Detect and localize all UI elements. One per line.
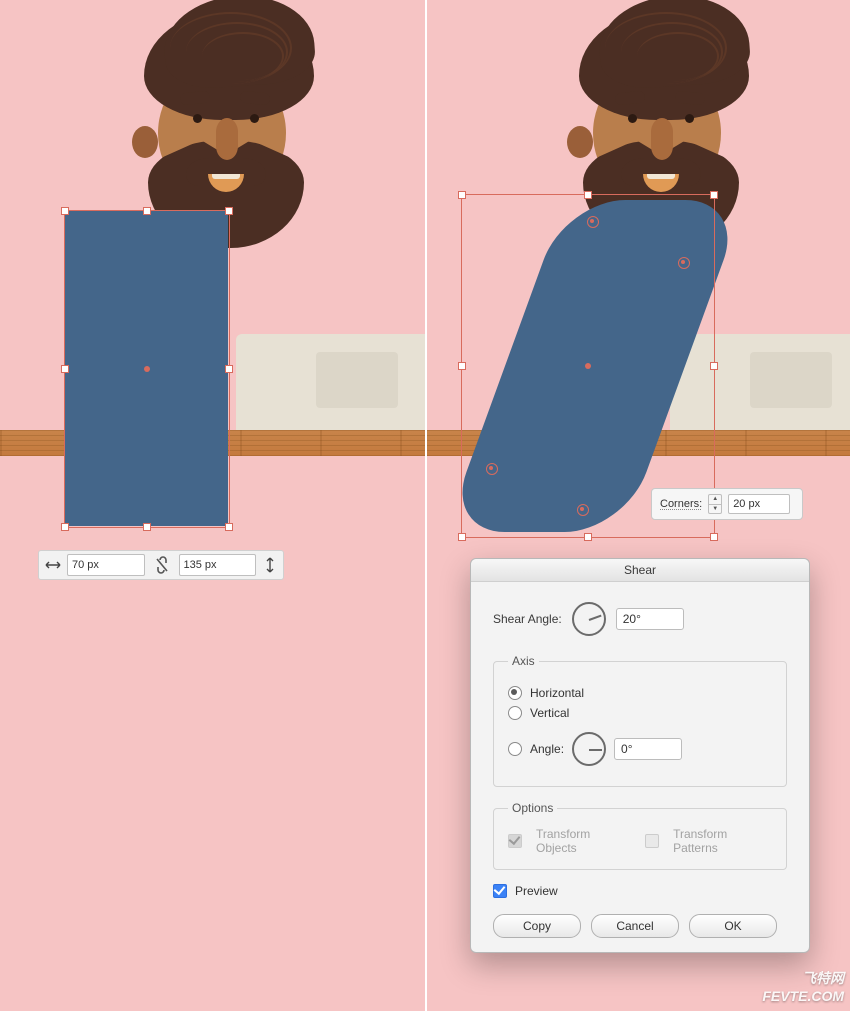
height-value: 135 px: [184, 559, 252, 571]
scene-left: [0, 0, 425, 1011]
shear-angle-label: Shear Angle:: [493, 612, 562, 626]
watermark-line1: 飞特网: [762, 970, 844, 988]
axis-angle-label: Angle:: [530, 742, 564, 756]
axis-legend: Axis: [508, 654, 539, 668]
shear-angle-field[interactable]: 20°: [616, 608, 684, 630]
width-value: 70 px: [72, 559, 140, 571]
nose: [651, 118, 673, 160]
selection-handle[interactable]: [584, 533, 592, 541]
eye-right: [250, 114, 259, 123]
shear-angle-value: 20°: [623, 612, 641, 626]
shear-dialog: Shear Shear Angle: 20° Axis Horizontal: [470, 558, 810, 953]
radio-vertical[interactable]: [508, 706, 522, 720]
hair-highlight: [202, 32, 284, 80]
axis-vertical-row[interactable]: Vertical: [508, 706, 772, 720]
checkbox-transform-objects: [508, 834, 522, 848]
height-field[interactable]: 135 px: [179, 554, 257, 576]
teeth: [647, 174, 675, 179]
preview-row[interactable]: Preview: [493, 884, 787, 898]
radio-horizontal[interactable]: [508, 686, 522, 700]
corners-field[interactable]: 20 px: [728, 494, 790, 514]
axis-angle-field[interactable]: 0°: [614, 738, 682, 760]
hair-highlight: [637, 32, 719, 80]
selection-handle[interactable]: [710, 533, 718, 541]
axis-horizontal-label: Horizontal: [530, 686, 584, 700]
radio-angle[interactable]: [508, 742, 522, 756]
cancel-button[interactable]: Cancel: [591, 914, 679, 938]
copy-button[interactable]: Copy: [493, 914, 581, 938]
copy-button-label: Copy: [523, 919, 551, 933]
stepper-up-icon[interactable]: ▲: [709, 495, 721, 505]
nose: [216, 118, 238, 160]
checkbox-transform-patterns: [645, 834, 659, 848]
width-icon: [45, 557, 61, 573]
axis-angle-dial[interactable]: [572, 732, 606, 766]
laptop-trackpad: [316, 352, 398, 408]
selection-handle[interactable]: [458, 191, 466, 199]
selection-handle[interactable]: [458, 533, 466, 541]
checkbox-preview[interactable]: [493, 884, 507, 898]
ok-button[interactable]: OK: [689, 914, 777, 938]
canvas-left: 70 px 135 px: [0, 0, 425, 1011]
axis-horizontal-row[interactable]: Horizontal: [508, 686, 772, 700]
panel-divider: [425, 0, 427, 1011]
ear: [132, 126, 158, 158]
selection-handle[interactable]: [458, 362, 466, 370]
options-group: Options Transform Objects Transform Patt…: [493, 801, 787, 870]
height-icon: [262, 557, 277, 573]
body-rectangle[interactable]: [64, 210, 228, 526]
shear-angle-row: Shear Angle: 20°: [493, 602, 787, 636]
teeth: [212, 174, 240, 179]
stepper-down-icon[interactable]: ▼: [709, 505, 721, 514]
eye-right: [685, 114, 694, 123]
options-row: Transform Objects Transform Patterns: [508, 827, 772, 855]
width-field[interactable]: 70 px: [67, 554, 145, 576]
corners-label: Corners:: [660, 498, 702, 510]
corners-popup: Corners: ▲ ▼ 20 px: [651, 488, 803, 520]
corners-value: 20 px: [733, 498, 760, 510]
dialog-title: Shear: [624, 563, 656, 577]
options-legend: Options: [508, 801, 557, 815]
ear: [567, 126, 593, 158]
watermark-line2: FEVTE.COM: [762, 988, 844, 1006]
cancel-button-label: Cancel: [616, 919, 653, 933]
axis-angle-value: 0°: [621, 742, 632, 756]
transform-objects-label: Transform Objects: [536, 827, 631, 855]
axis-angle-row[interactable]: Angle: 0°: [508, 732, 772, 766]
preview-label: Preview: [515, 884, 558, 898]
shear-angle-dial[interactable]: [572, 602, 606, 636]
ok-button-label: OK: [724, 919, 741, 933]
dialog-titlebar[interactable]: Shear: [471, 559, 809, 582]
eye-left: [628, 114, 637, 123]
constrain-proportions-icon[interactable]: [155, 556, 169, 574]
laptop-trackpad: [750, 352, 832, 408]
axis-group: Axis Horizontal Vertical Angle:: [493, 654, 787, 787]
canvas-right: Corners: ▲ ▼ 20 px Shear Shear Angle: 20…: [425, 0, 850, 1011]
transform-dimensions-bar: 70 px 135 px: [38, 550, 284, 580]
dialog-body: Shear Angle: 20° Axis Horizontal Vertica…: [471, 582, 809, 952]
eye-left: [193, 114, 202, 123]
transform-patterns-label: Transform Patterns: [673, 827, 772, 855]
watermark: 飞特网 FEVTE.COM: [762, 970, 844, 1005]
dialog-buttons: Copy Cancel OK: [493, 914, 787, 938]
axis-vertical-label: Vertical: [530, 706, 569, 720]
corners-stepper[interactable]: ▲ ▼: [708, 494, 722, 514]
